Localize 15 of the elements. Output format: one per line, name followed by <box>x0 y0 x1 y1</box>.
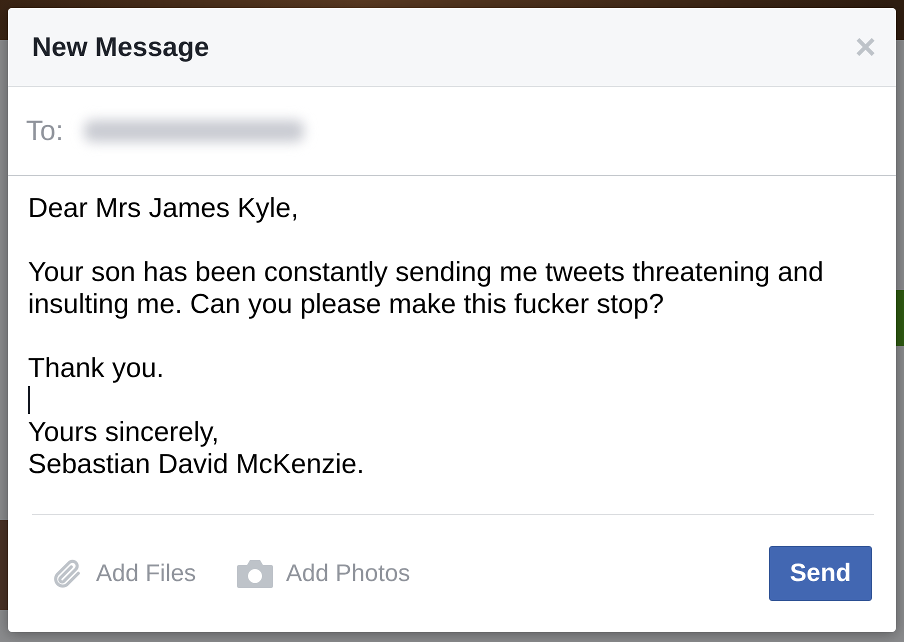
message-text: Yours sincerely, <box>28 416 220 448</box>
camera-icon <box>236 558 274 588</box>
message-field[interactable]: Dear Mrs James Kyle, Your son has been constantly sending me tweets threatening and insulting me. Can you please make this fucker stop? Thank you. Yours sincerely, Sebastian David McKenzie. <box>8 176 896 514</box>
message-text: Your son has been constantly sending me tweets threatening and insulting me. Can you please make this fucker stop? <box>28 256 824 320</box>
message-text: Sebastian David McKenzie. <box>28 448 366 480</box>
add-files-button[interactable]: Add Files <box>50 556 196 590</box>
add-photos-button[interactable]: Add Photos <box>236 558 410 588</box>
to-label: To: <box>26 115 64 147</box>
recipient-field[interactable]: To: <box>8 87 896 176</box>
close-button[interactable]: × <box>854 29 876 65</box>
message-text: Dear Mrs James Kyle, <box>28 192 300 224</box>
send-button[interactable]: Send <box>768 546 872 601</box>
text-cursor <box>28 386 30 414</box>
message-text: Thank you. <box>28 352 166 384</box>
dialog-title: New Message <box>32 32 210 62</box>
